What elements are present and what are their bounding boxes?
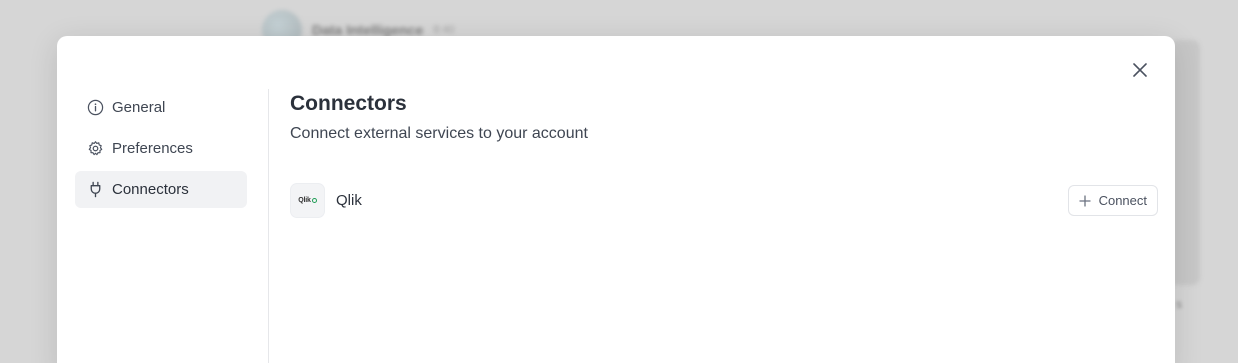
close-button[interactable] [1131, 61, 1149, 79]
plus-icon [1078, 194, 1091, 207]
connector-name: Qlik [336, 192, 362, 209]
connector-info: Qlik Qlik [290, 183, 362, 218]
sidebar-item-connectors[interactable]: Connectors [75, 171, 247, 208]
close-icon [1133, 63, 1147, 77]
qlik-logo-mark [311, 198, 317, 203]
settings-sidebar: General Preferences Connectors [75, 89, 247, 208]
sidebar-item-label: General [112, 99, 166, 116]
sidebar-item-general[interactable]: General [75, 89, 247, 126]
connector-row-qlik: Qlik Qlik Connect [290, 183, 1158, 218]
sidebar-divider [268, 89, 269, 363]
timestamp: 8:40 [433, 24, 455, 36]
plug-icon [86, 181, 104, 199]
connectors-panel: Connectors Connect external services to … [290, 91, 1158, 218]
info-icon [86, 99, 104, 117]
sidebar-item-label: Connectors [112, 181, 189, 198]
sidebar-item-preferences[interactable]: Preferences [75, 130, 247, 167]
connect-button-label: Connect [1098, 193, 1147, 208]
sidebar-item-label: Preferences [112, 140, 193, 157]
connect-button[interactable]: Connect [1067, 185, 1158, 216]
background-footer-text: s [1176, 297, 1182, 311]
qlik-logo-text: Qlik [298, 197, 311, 204]
qlik-logo: Qlik [290, 183, 325, 218]
settings-modal: General Preferences Connectors Connector… [57, 36, 1175, 363]
page-title: Connectors [290, 92, 407, 115]
gear-icon [86, 140, 104, 158]
page-subtitle: Connect external services to your accoun… [290, 125, 588, 142]
